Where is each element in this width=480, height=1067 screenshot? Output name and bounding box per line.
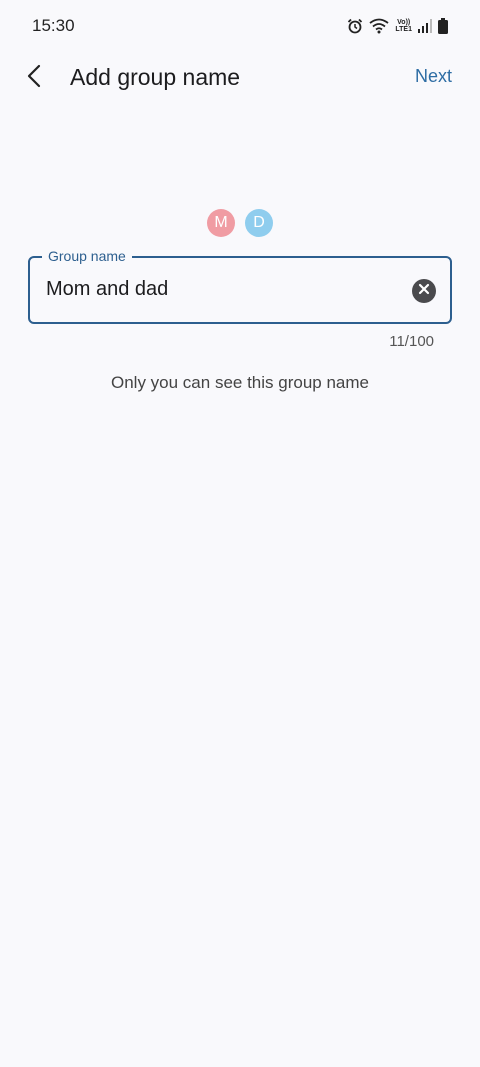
- next-button[interactable]: Next: [415, 66, 452, 87]
- volte-lte-icon: Vo)) LTE1: [395, 19, 412, 33]
- clear-button[interactable]: [412, 279, 436, 303]
- chevron-left-icon: [27, 64, 41, 93]
- back-button[interactable]: [14, 58, 54, 98]
- avatar: D: [245, 209, 273, 237]
- helper-text: Only you can see this group name: [111, 373, 369, 392]
- group-name-input[interactable]: [46, 278, 386, 301]
- status-bar: 15:30 Vo)) LTE1: [0, 0, 480, 52]
- group-name-field: Group name: [28, 248, 452, 324]
- alarm-icon: [347, 18, 363, 34]
- battery-icon: [438, 18, 448, 34]
- status-icons: Vo)) LTE1: [347, 18, 448, 34]
- status-time: 15:30: [32, 16, 75, 35]
- avatar-initial: D: [253, 214, 265, 231]
- wifi-icon: [369, 18, 389, 34]
- page-title: Add group name: [70, 64, 241, 90]
- avatar-initial: M: [214, 214, 228, 231]
- character-counter: 11/100: [389, 333, 434, 350]
- group-name-label: Group name: [42, 248, 132, 264]
- lte-bottom-label: LTE1: [395, 26, 412, 33]
- lte-top-label: Vo)): [397, 19, 411, 26]
- app-bar: Add group name Next: [0, 52, 480, 104]
- avatar-group: M D: [0, 209, 480, 237]
- clear-icon: [418, 282, 430, 300]
- avatar: M: [207, 209, 235, 237]
- signal-icon: [418, 19, 432, 33]
